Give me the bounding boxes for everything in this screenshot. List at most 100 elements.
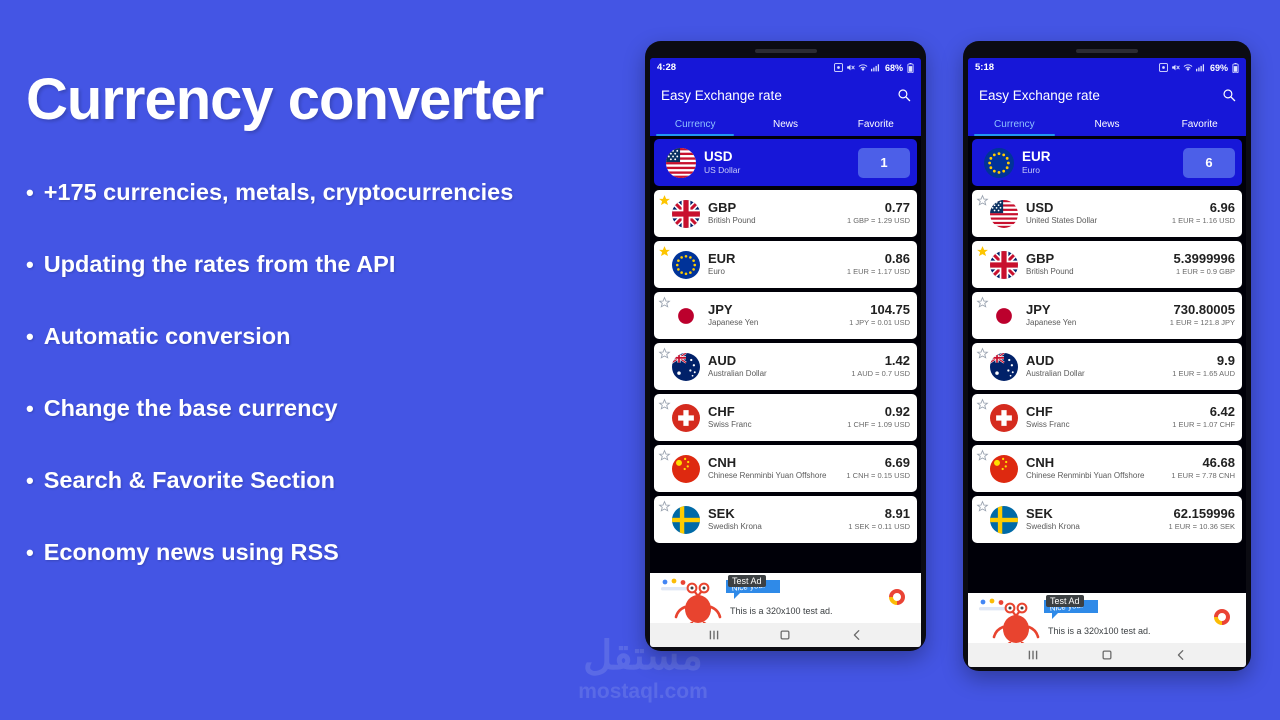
exchange-rate-label: 1 JPY = 0.01 USD: [849, 318, 910, 328]
currency-code: SEK: [1026, 505, 1053, 521]
converted-value: 0.92: [884, 404, 910, 420]
feature-bullet: • Automatic conversion: [26, 323, 645, 350]
speaker-grille: [754, 49, 817, 53]
currency-code: AUD: [1026, 352, 1055, 368]
currency-code: CHF: [1026, 403, 1053, 419]
tab-currency[interactable]: Currency: [650, 113, 740, 136]
currency-values: 6.42 1 EUR = 1.07 CHF: [1169, 404, 1235, 430]
flag-icon-se: [672, 505, 700, 534]
exchange-rate-label: 1 AUD = 0.7 USD: [851, 369, 910, 379]
currency-row[interactable]: CNH Chinese Renminbi Yuan Offshore 6.69 …: [654, 445, 917, 492]
star-outline-icon[interactable]: [976, 194, 989, 212]
currency-name: Chinese Renminbi Yuan Offshore: [708, 470, 827, 480]
back-icon[interactable]: [851, 629, 863, 641]
currency-name: Japanese Yen: [708, 317, 759, 327]
base-amount-input[interactable]: 1: [858, 147, 910, 178]
base-currency-name: US Dollar: [704, 164, 741, 175]
flag-icon-se: [990, 505, 1018, 534]
phone-screen: 5:18 69% Easy Exchange rate Currency News…: [968, 58, 1246, 667]
wifi-icon: [1183, 63, 1193, 72]
star-outline-icon[interactable]: [976, 347, 989, 365]
currency-values: 730.80005 1 EUR = 121.8 JPY: [1167, 302, 1235, 328]
star-outline-icon[interactable]: [976, 296, 989, 314]
currency-row[interactable]: SEK Swedish Krona 62.159996 1 EUR = 10.3…: [972, 496, 1242, 543]
currency-row[interactable]: GBP British Pound 5.3999996 1 EUR = 0.9 …: [972, 241, 1242, 288]
currency-code: SEK: [708, 505, 735, 521]
currency-row[interactable]: CHF Swiss Franc 0.92 1 CHF = 1.09 USD: [654, 394, 917, 441]
currency-name: Swiss Franc: [708, 419, 752, 429]
exchange-rate-label: 1 EUR = 10.36 SEK: [1168, 522, 1236, 532]
recents-icon[interactable]: [1027, 649, 1039, 661]
recents-icon[interactable]: [708, 629, 720, 641]
exchange-rate-label: 1 GBP = 1.29 USD: [846, 216, 910, 226]
currency-info: CNH Chinese Renminbi Yuan Offshore: [700, 455, 843, 481]
currency-row[interactable]: AUD Australian Dollar 1.42 1 AUD = 0.7 U…: [654, 343, 917, 390]
status-clock: 5:18: [975, 62, 995, 73]
ad-banner[interactable]: Nice you! Test Ad This is a 320x100 test…: [650, 573, 921, 623]
currency-row[interactable]: JPY Japanese Yen 104.75 1 JPY = 0.01 USD: [654, 292, 917, 339]
android-nav-bar: [968, 643, 1246, 667]
currency-values: 62.159996 1 EUR = 10.36 SEK: [1166, 506, 1236, 532]
currency-row[interactable]: AUD Australian Dollar 9.9 1 EUR = 1.65 A…: [972, 343, 1242, 390]
star-outline-icon[interactable]: [658, 347, 671, 365]
currency-row[interactable]: EUR Euro 0.86 1 EUR = 1.17 USD: [654, 241, 917, 288]
tab-news[interactable]: News: [740, 113, 830, 136]
star-outline-icon[interactable]: [976, 500, 989, 518]
ad-description: This is a 320x100 test ad.: [730, 606, 833, 616]
feature-list: • +175 currencies, metals, cryptocurrenci…: [26, 179, 645, 566]
star-outline-icon[interactable]: [658, 296, 671, 314]
home-icon[interactable]: [1101, 649, 1113, 661]
currency-info: CHF Swiss Franc: [700, 404, 844, 430]
star-outline-icon[interactable]: [658, 449, 671, 467]
currency-row[interactable]: CNH Chinese Renminbi Yuan Offshore 46.68…: [972, 445, 1242, 492]
back-icon[interactable]: [1175, 649, 1187, 661]
currency-row[interactable]: JPY Japanese Yen 730.80005 1 EUR = 121.8…: [972, 292, 1242, 339]
tab-currency[interactable]: Currency: [968, 113, 1061, 136]
tab-label: Currency: [674, 119, 716, 130]
currency-row[interactable]: USD United States Dollar 6.96 1 EUR = 1.…: [972, 190, 1242, 237]
star-outline-icon[interactable]: [658, 500, 671, 518]
home-icon[interactable]: [779, 629, 791, 641]
screenshot-icon: [1159, 63, 1168, 72]
tab-favorite[interactable]: Favorite: [1153, 113, 1246, 136]
feature-bullet: • Change the base currency: [26, 395, 645, 422]
star-outline-icon[interactable]: [976, 449, 989, 467]
feature-bullet-label: +175 currencies, metals, cryptocurrencie…: [43, 178, 514, 205]
star-outline-icon[interactable]: [658, 398, 671, 416]
exchange-rate-label: 1 SEK = 0.11 USD: [848, 522, 910, 532]
tab-label: News: [772, 119, 798, 130]
star-filled-icon[interactable]: [658, 245, 671, 263]
currency-list[interactable]: EUR Euro 6 USD United States Dollar 6.96…: [968, 136, 1246, 593]
base-currency-row[interactable]: USD US Dollar 1: [654, 139, 917, 186]
tab-label: Currency: [994, 119, 1035, 130]
base-currency-info: EUR Euro: [1014, 149, 1183, 176]
base-currency-row[interactable]: EUR Euro 6: [972, 139, 1242, 186]
admob-logo-icon: [1212, 607, 1232, 627]
phone-mockup-1: 4:28 68% Easy Exchange rate Currency News…: [645, 41, 926, 651]
currency-row[interactable]: SEK Swedish Krona 8.91 1 SEK = 0.11 USD: [654, 496, 917, 543]
currency-row[interactable]: GBP British Pound 0.77 1 GBP = 1.29 USD: [654, 190, 917, 237]
mute-icon: [846, 63, 855, 72]
currency-code: EUR: [708, 250, 736, 266]
base-amount-input[interactable]: 6: [1183, 147, 1235, 178]
currency-code: JPY: [1026, 301, 1051, 317]
star-filled-icon[interactable]: [976, 245, 989, 263]
tab-news[interactable]: News: [1061, 113, 1154, 136]
battery-icon: [907, 62, 914, 73]
currency-row[interactable]: CHF Swiss Franc 6.42 1 EUR = 1.07 CHF: [972, 394, 1242, 441]
ad-banner[interactable]: Nice you! Test Ad This is a 320x100 test…: [968, 593, 1246, 643]
feature-bullet: • +175 currencies, metals, cryptocurrenci…: [26, 179, 645, 206]
app-title: Easy Exchange rate: [979, 87, 1100, 103]
search-icon[interactable]: [1222, 88, 1236, 102]
exchange-rate-label: 1 EUR = 1.65 AUD: [1172, 369, 1235, 379]
speaker-grille: [1076, 49, 1138, 53]
star-outline-icon[interactable]: [976, 398, 989, 416]
feature-bullet: • Economy news using RSS: [26, 539, 645, 566]
currency-info: EUR Euro: [700, 250, 844, 277]
base-currency-name: Euro: [1022, 164, 1040, 175]
tab-favorite[interactable]: Favorite: [831, 113, 921, 136]
star-filled-icon[interactable]: [658, 194, 671, 212]
currency-code: GBP: [708, 199, 737, 215]
currency-list[interactable]: USD US Dollar 1 GBP British Pound 0.77 1…: [650, 136, 921, 573]
search-icon[interactable]: [897, 88, 911, 102]
